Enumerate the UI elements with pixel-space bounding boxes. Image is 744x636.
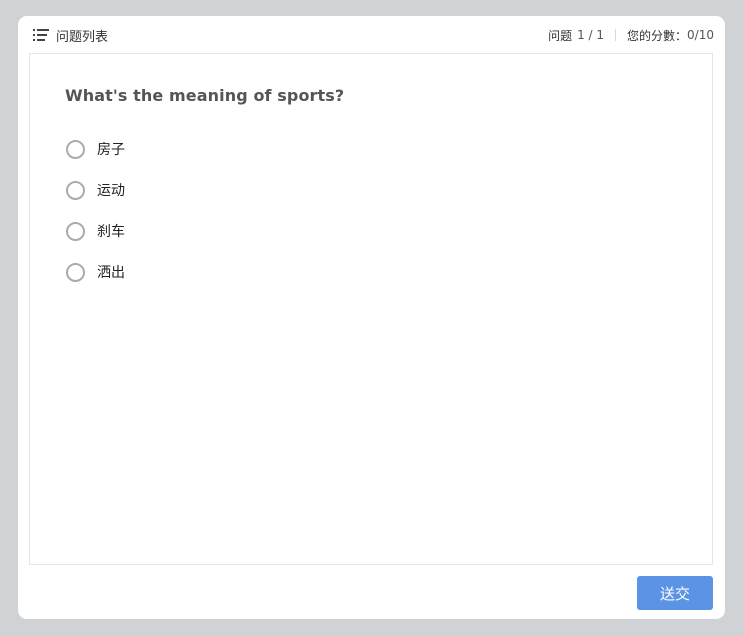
radio-button[interactable] (66, 180, 85, 200)
answer-option-3[interactable]: 刹车 (66, 220, 125, 242)
question-counter: 1 / 1 (577, 28, 605, 42)
radio-button[interactable] (66, 262, 85, 282)
answer-option-4[interactable]: 洒出 (66, 261, 125, 283)
meta-divider (615, 29, 617, 41)
question-counter-label: 问题 (548, 28, 573, 43)
score-value: 0/10 (687, 28, 714, 42)
question-text: What's the meaning of sports? (65, 86, 345, 105)
question-list-button[interactable]: 问题列表 (33, 26, 109, 45)
answer-option-label: 刹车 (97, 224, 125, 240)
question-list-label: 问题列表 (56, 29, 109, 45)
answer-option-1[interactable]: 房子 (66, 138, 125, 160)
list-icon (33, 29, 49, 41)
answer-option-label: 洒出 (97, 265, 125, 281)
radio-button[interactable] (66, 139, 85, 159)
question-panel: What's the meaning of sports? 房子 运动 刹车 洒… (29, 53, 713, 565)
radio-button[interactable] (66, 221, 85, 241)
answer-options: 房子 运动 刹车 洒出 (66, 138, 125, 302)
quiz-card: 问题列表 问题 1 / 1 您的分數： 0/10 What's the mean… (18, 16, 725, 619)
score-label: 您的分數： (627, 28, 688, 43)
answer-option-2[interactable]: 运动 (66, 179, 125, 201)
submit-button[interactable]: 送交 (637, 576, 713, 610)
answer-option-label: 运动 (97, 183, 125, 199)
quiz-meta: 问题 1 / 1 您的分數： 0/10 (548, 26, 714, 44)
quiz-header: 问题列表 问题 1 / 1 您的分數： 0/10 (18, 16, 725, 52)
answer-option-label: 房子 (97, 142, 125, 158)
